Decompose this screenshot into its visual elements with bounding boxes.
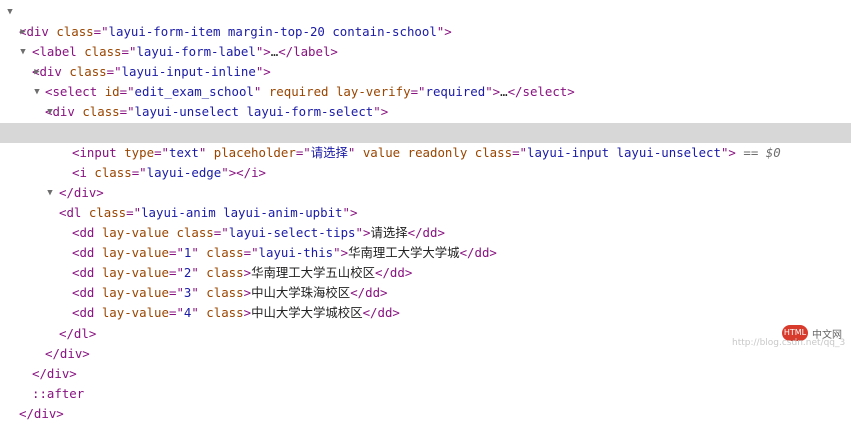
expand-triangle-icon[interactable]: ▼ [45,102,55,122]
expand-triangle-icon[interactable]: ▼ [45,183,55,203]
node-label[interactable]: ▶ <label class="layui-form-label">…</labe… [0,22,851,59]
node-dd-1[interactable]: <dd lay-value="1" class="layui-this">华南理… [0,223,851,260]
node-close-dl[interactable]: </dl> [0,303,851,341]
expand-triangle-icon[interactable]: ▼ [32,82,42,102]
node-dd-3[interactable]: <dd lay-value="3" class>中山大学珠海校区</dd> [0,263,851,300]
node-close-div[interactable]: </div> [0,163,851,200]
dom-tree: ▼ <div class="layui-form-item margin-top-… [0,2,851,421]
node-dd-4[interactable]: <dd lay-value="4" class>中山大学大学城校区</dd> [0,283,851,320]
node-dl-anim[interactable]: ▼ <dl class="layui-anim layui-anim-upbit"… [0,183,851,220]
node-dd-2[interactable]: <dd lay-value="2" class>华南理工大学五山校区</dd> [0,243,851,280]
watermark-url: http://blog.csdn.net/qq_3 [732,338,846,348]
collapse-triangle-icon[interactable]: ▶ [18,22,28,42]
expand-triangle-icon[interactable]: ▼ [5,2,15,22]
node-dd-tips[interactable]: <dd lay-value class="layui-select-tips">… [0,203,851,240]
node-i-edge[interactable]: <i class="layui-edge"></i> [0,143,851,180]
node-close-div[interactable]: </div> [0,344,851,381]
expand-triangle-icon[interactable]: ▼ [18,42,28,62]
node-input-selected[interactable]: <input type="text" placeholder="请选择" val… [0,122,851,160]
node-div-input-inline[interactable]: ▼ <div class="layui-input-inline"> [0,42,851,79]
node-pseudo-after[interactable]: ::after [0,364,851,401]
node-select[interactable]: ▶ <select id="edit_exam_school" required … [0,62,851,99]
node-div-select-title[interactable]: ▼<div class="layui-select-title"> [0,102,851,139]
node-close-div[interactable]: </div> [0,384,851,421]
collapse-triangle-icon[interactable]: ▶ [32,62,42,82]
node-close-div[interactable]: </div> [0,324,851,361]
node-div-form-select[interactable]: ▼ <div class="layui-unselect layui-form-s… [0,82,851,119]
node-div-form-item[interactable]: ▼ <div class="layui-form-item margin-top-… [0,2,851,39]
